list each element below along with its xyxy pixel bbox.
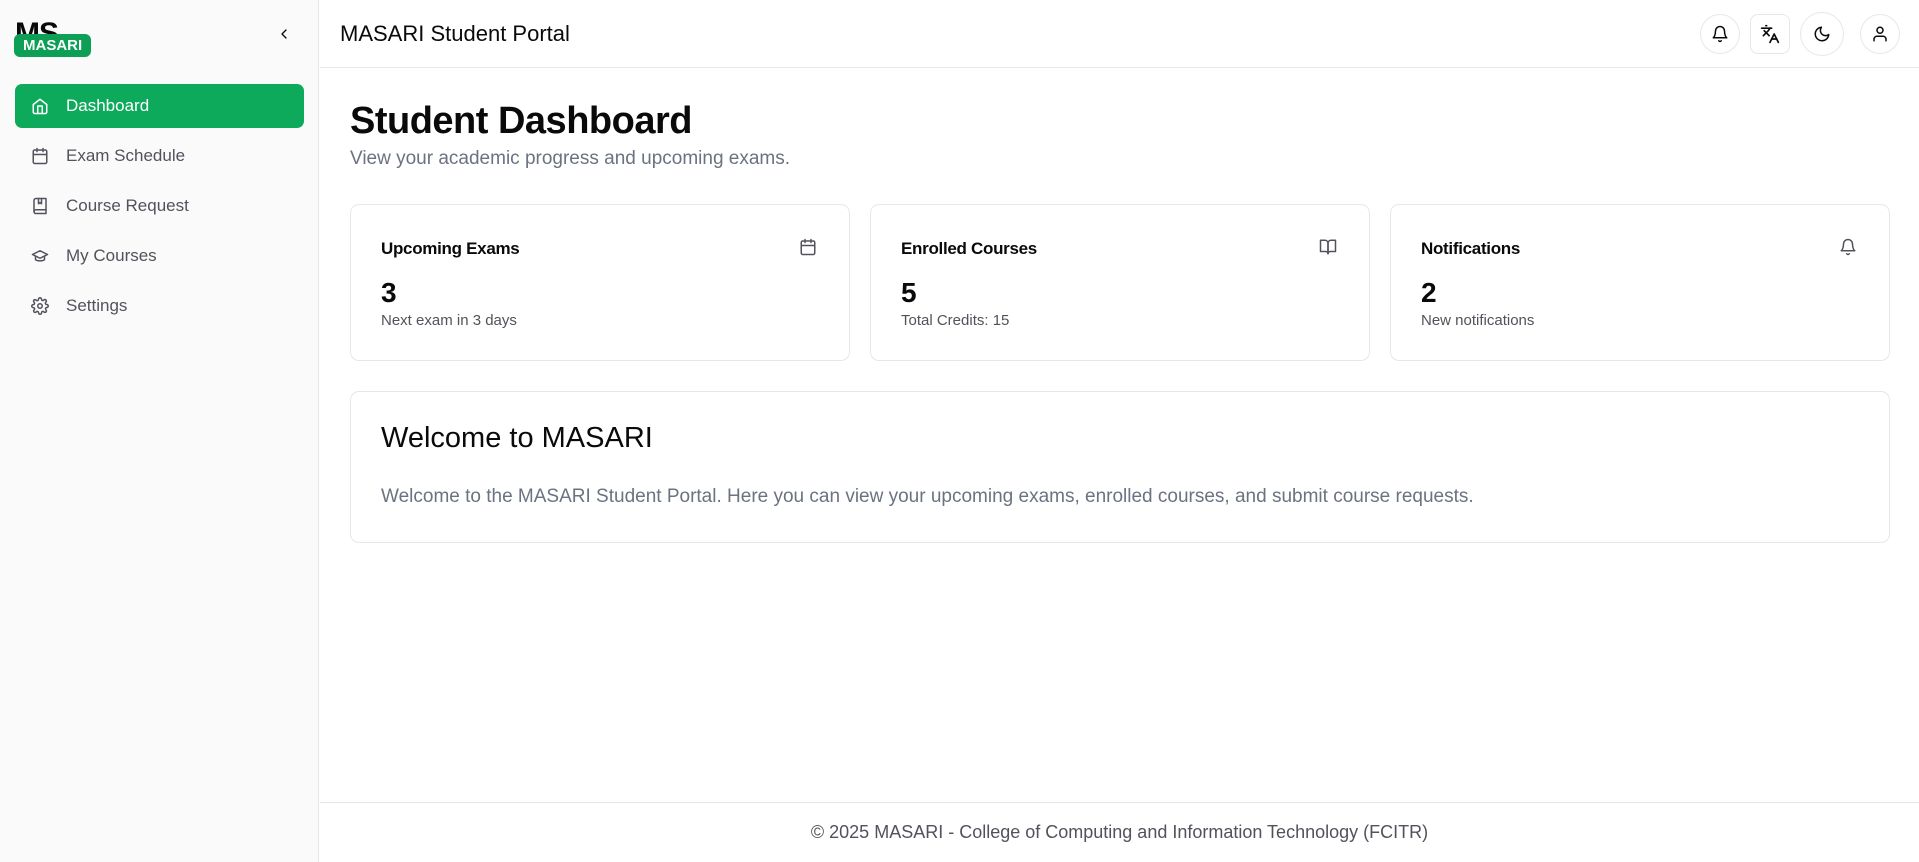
card-note: Total Credits: 15	[901, 312, 1010, 329]
open-book-icon	[1319, 238, 1339, 258]
stat-card-upcoming-exams: Upcoming Exams 3 Next exam in 3 days	[350, 204, 850, 361]
card-note: Next exam in 3 days	[381, 312, 517, 329]
welcome-text: Welcome to the MASARI Student Portal. He…	[381, 486, 1474, 507]
sidebar-item-course-request[interactable]: Course Request	[15, 184, 304, 228]
page-subtitle: View your academic progress and upcoming…	[350, 148, 791, 169]
card-note: New notifications	[1421, 312, 1535, 329]
book-icon	[30, 196, 50, 216]
home-icon	[30, 96, 50, 116]
gear-icon	[30, 296, 50, 316]
bell-icon	[1711, 25, 1729, 43]
translate-icon	[1760, 24, 1780, 44]
sidebar-item-my-courses[interactable]: My Courses	[15, 234, 304, 278]
sidebar-item-label: Settings	[66, 296, 128, 315]
sidebar-item-settings[interactable]: Settings	[15, 284, 304, 328]
sidebar-item-exam-schedule[interactable]: Exam Schedule	[15, 134, 304, 178]
language-button[interactable]	[1750, 14, 1790, 54]
chevron-left-icon	[276, 26, 292, 42]
logo-badge: MASARI	[14, 34, 92, 57]
stat-card-enrolled-courses: Enrolled Courses 5 Total Credits: 15	[870, 204, 1370, 361]
logo-text: MS	[15, 17, 58, 36]
top-header: MASARI Student Portal	[320, 0, 1919, 68]
user-icon	[1871, 25, 1889, 43]
welcome-title: Welcome to MASARI	[381, 422, 653, 454]
sidebar-item-label: My Courses	[66, 246, 157, 265]
sidebar-item-label: Dashboard	[66, 96, 150, 115]
notifications-button[interactable]	[1700, 14, 1740, 54]
stat-card-notifications: Notifications 2 New notifications	[1390, 204, 1890, 361]
card-value: 3	[381, 277, 397, 308]
footer: © 2025 MASARI - College of Computing and…	[320, 802, 1919, 862]
collapse-sidebar-button[interactable]	[272, 22, 296, 46]
page-title: Student Dashboard	[350, 100, 692, 142]
card-title: Upcoming Exams	[381, 239, 520, 258]
bell-icon	[1839, 238, 1859, 258]
card-value: 5	[901, 277, 917, 308]
card-title: Notifications	[1421, 239, 1521, 258]
calendar-icon	[30, 146, 50, 166]
card-title: Enrolled Courses	[901, 239, 1037, 258]
card-value: 2	[1421, 277, 1437, 308]
welcome-card: Welcome to MASARI Welcome to the MASARI …	[350, 391, 1890, 543]
moon-icon	[1813, 25, 1831, 43]
graduation-cap-icon	[30, 246, 50, 266]
sidebar-item-dashboard[interactable]: Dashboard	[15, 84, 304, 128]
calendar-icon	[799, 238, 819, 258]
sidebar: MS MASARI Dashboard Exam Schedule Course…	[0, 0, 319, 862]
sidebar-header: MS MASARI	[0, 0, 318, 68]
theme-toggle-button[interactable]	[1800, 12, 1844, 56]
sidebar-item-label: Course Request	[66, 196, 189, 215]
sidebar-nav: Dashboard Exam Schedule Course Request M…	[15, 84, 304, 334]
user-menu-button[interactable]	[1860, 14, 1900, 54]
portal-title: MASARI Student Portal	[340, 21, 570, 46]
footer-text: © 2025 MASARI - College of Computing and…	[810, 822, 1429, 842]
sidebar-item-label: Exam Schedule	[66, 146, 186, 165]
